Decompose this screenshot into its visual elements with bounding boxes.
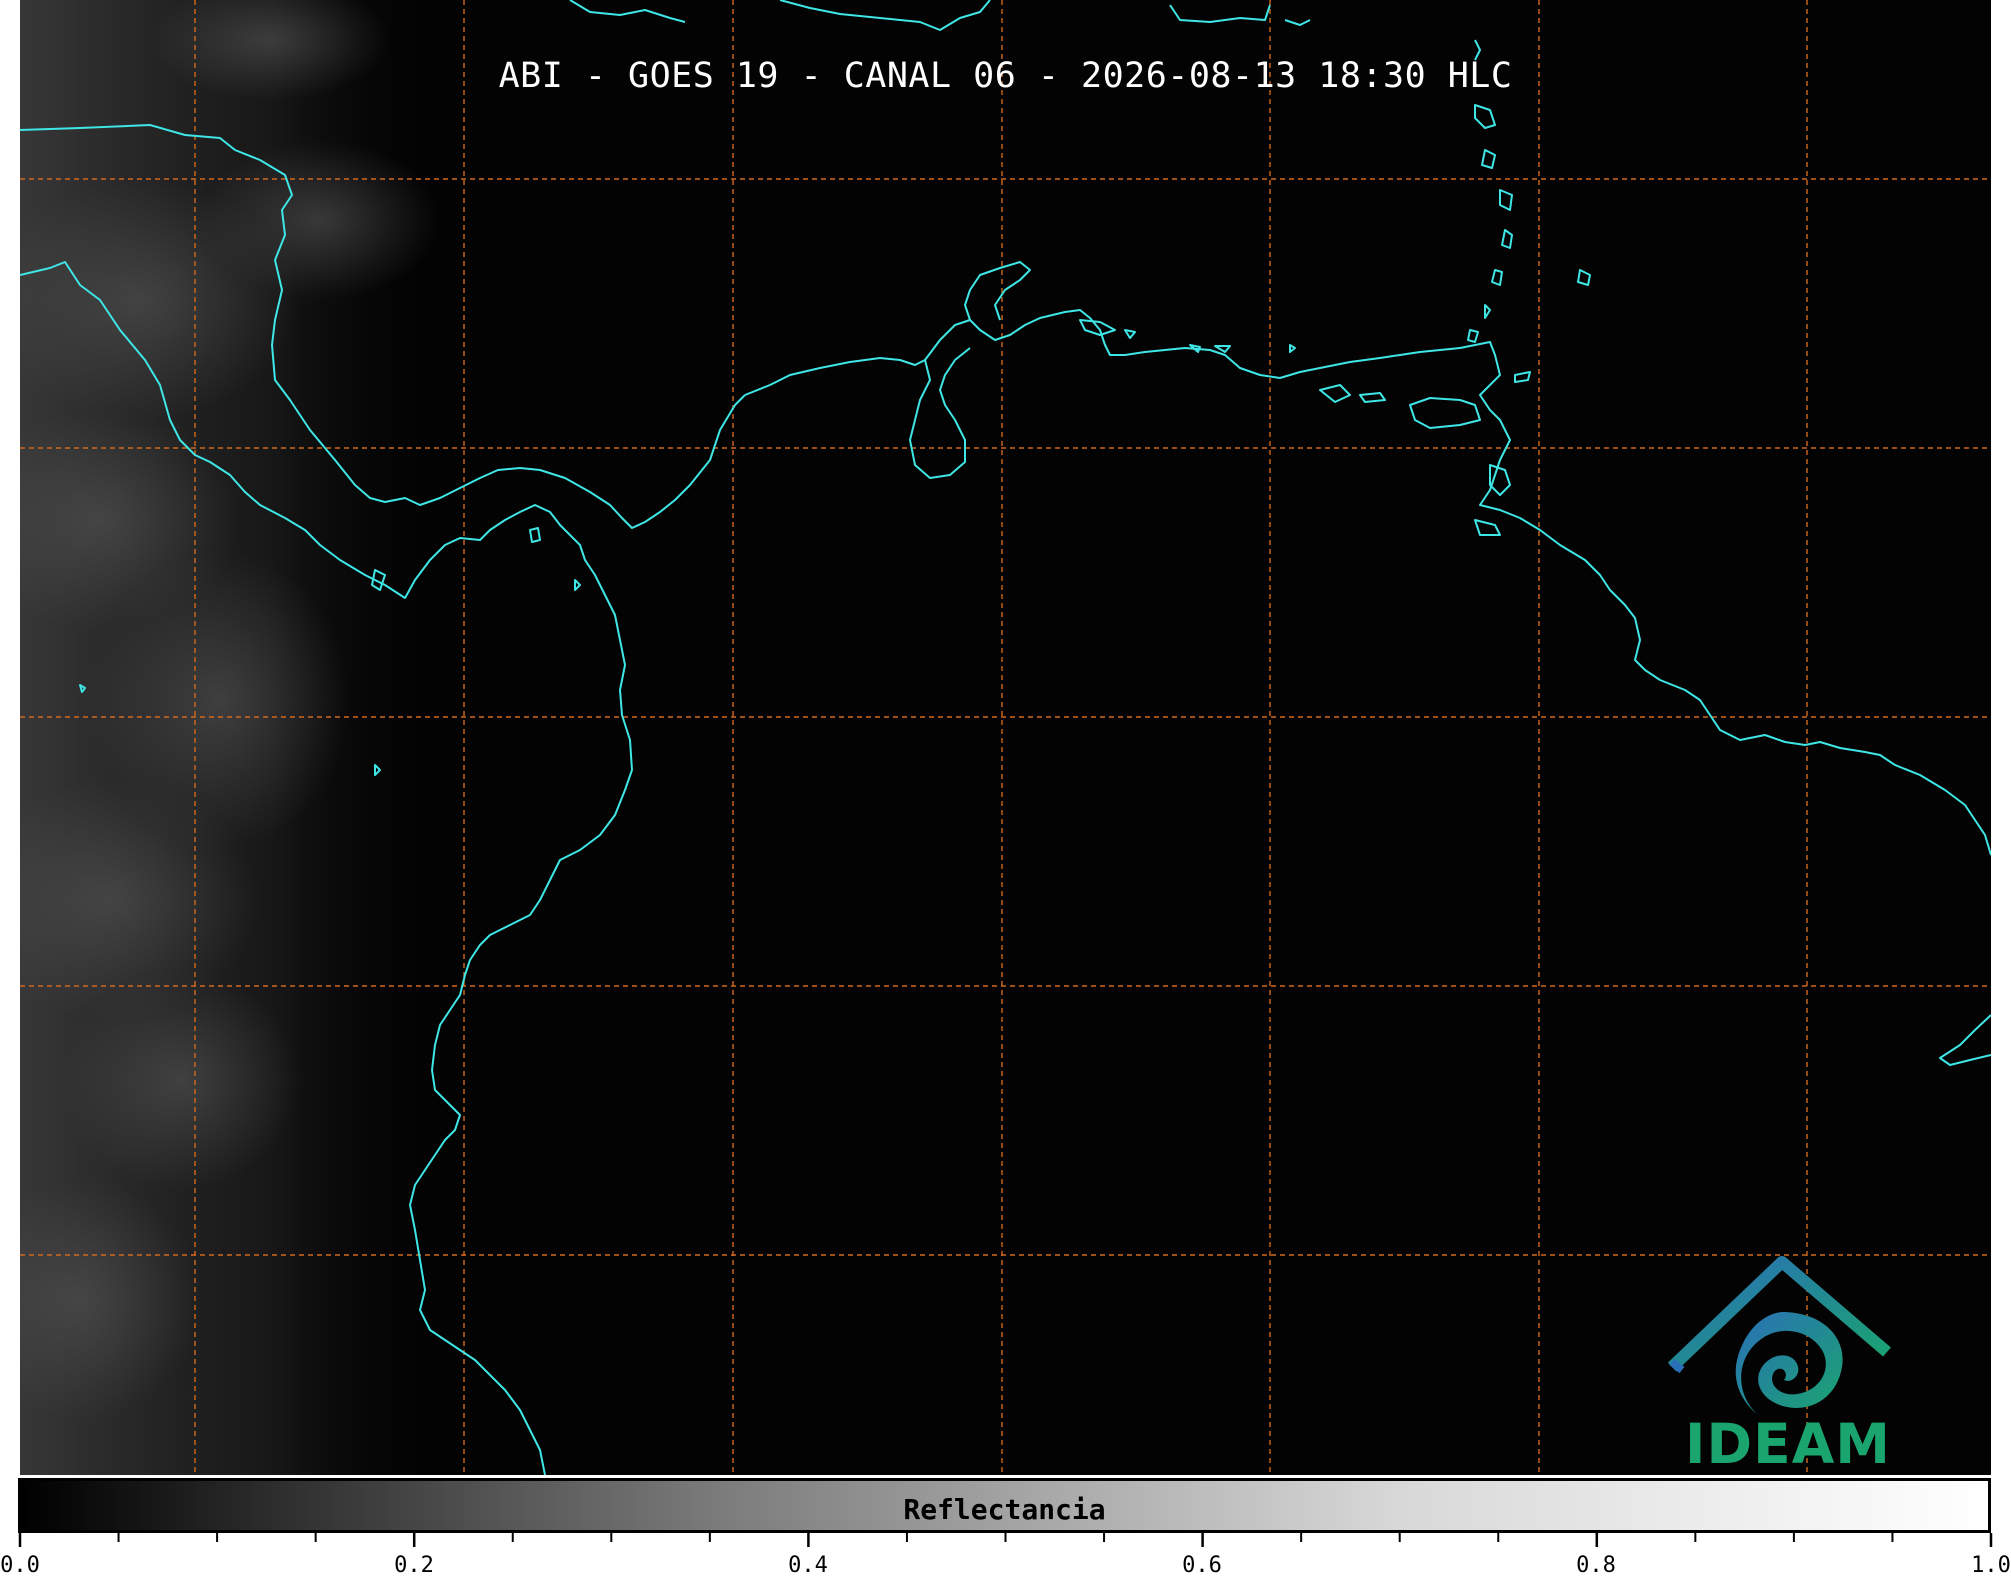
- logo-text: IDEAM: [1685, 1412, 1891, 1475]
- tick-label-1: 0.2: [394, 1553, 434, 1578]
- colorbar-label: Reflectancia: [903, 1493, 1106, 1526]
- colorbar: Reflectancia: [18, 1478, 1991, 1533]
- colorbar-ticks: [18, 1533, 1993, 1547]
- tick-label-2: 0.4: [788, 1553, 828, 1578]
- map-title: ABI - GOES 19 - CANAL 06 - 2026-08-13 18…: [498, 56, 1513, 96]
- tick-label-3: 0.6: [1182, 1553, 1222, 1578]
- tick-label-4: 0.8: [1576, 1553, 1616, 1578]
- satellite-map: ABI - GOES 19 - CANAL 06 - 2026-08-13 18…: [20, 0, 1991, 1475]
- tick-label-0: 0.0: [0, 1553, 40, 1578]
- tick-label-5: 1.0: [1971, 1553, 2011, 1578]
